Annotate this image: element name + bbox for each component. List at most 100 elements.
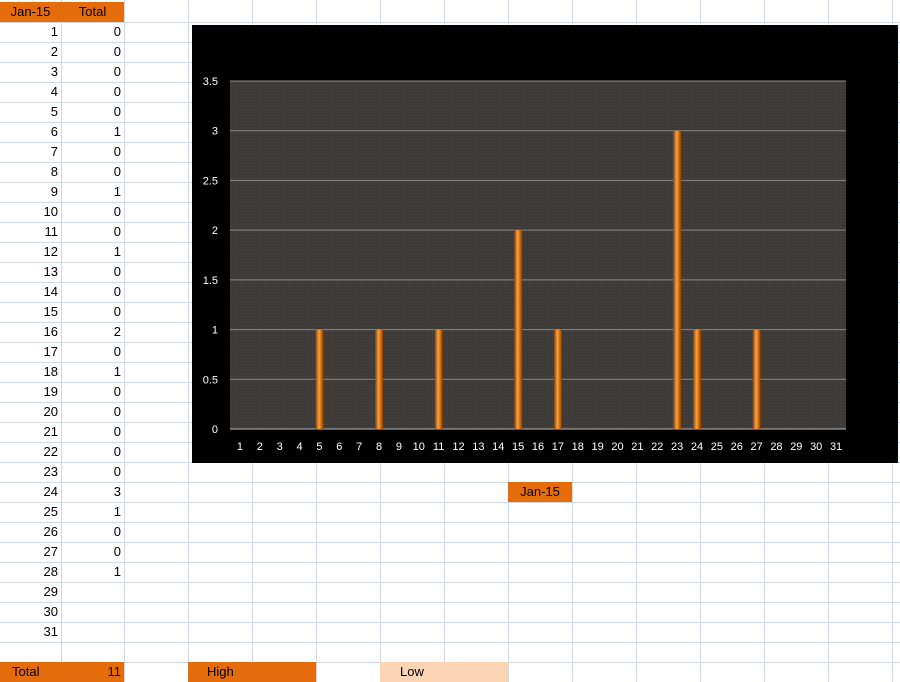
total-cell[interactable]: 0 [61,422,124,442]
x-tick-label: 9 [396,441,402,453]
header-day-cell[interactable]: Jan-15 [0,2,61,22]
total-cell[interactable]: 0 [61,382,124,402]
x-axis-ticks: 1 2 3 4 5 6 7 8 9 10 11 12 13 14 15 16 17 18 19 20 21 22 23 24 2… [237,441,842,453]
day-cell[interactable]: 19 [0,382,61,402]
day-cell[interactable]: 16 [0,322,61,342]
total-cell[interactable]: 0 [61,262,124,282]
total-cell[interactable]: 0 [61,542,124,562]
x-tick-label: 3 [277,441,283,453]
x-tick-label: 18 [572,441,584,453]
day-cell[interactable]: 28 [0,562,61,582]
x-tick-label: 17 [552,441,564,453]
total-cell[interactable]: 0 [61,62,124,82]
x-tick-label: 24 [691,441,703,453]
day-cell[interactable]: 17 [0,342,61,362]
total-cell[interactable]: 1 [61,242,124,262]
total-cell[interactable] [61,622,124,642]
day-cell[interactable]: 8 [0,162,61,182]
header-total-cell[interactable]: Total [61,2,124,22]
high-legend-cell[interactable]: High [188,662,316,682]
y-tick-label: 1 [212,325,218,337]
x-tick-label: 12 [452,441,464,453]
day-cell[interactable]: 10 [0,202,61,222]
total-cell[interactable]: 1 [61,362,124,382]
total-cell[interactable]: 0 [61,282,124,302]
total-cell[interactable]: 0 [61,142,124,162]
y-tick-label: 3 [212,126,218,138]
bar [553,329,562,429]
x-tick-label: 28 [770,441,782,453]
chart-svg: 00.511.522.533.5 1 2 3 4 5 6 7 8 9 10 11 12 13 14 15 16… [203,76,846,453]
total-cell[interactable]: 2 [61,322,124,342]
total-cell[interactable]: 0 [61,102,124,122]
day-cell[interactable]: 27 [0,542,61,562]
x-tick-label: 27 [750,441,762,453]
y-tick-label: 3.5 [203,76,218,88]
day-cell[interactable]: 31 [0,622,61,642]
x-tick-label: 6 [336,441,342,453]
x-tick-label: 4 [296,441,302,453]
total-cell[interactable]: 0 [61,42,124,62]
total-cell[interactable]: 0 [61,222,124,242]
day-cell[interactable]: 3 [0,62,61,82]
day-cell[interactable]: 21 [0,422,61,442]
day-cell[interactable]: 14 [0,282,61,302]
bar-chart[interactable]: 0 0.5 1 1.5 2 2.5 3 3.5 1 2 3 4 5 6 7 8 9 10 11 12 13 14 15 16… [192,25,898,463]
day-cell[interactable]: 6 [0,122,61,142]
day-cell[interactable]: 4 [0,82,61,102]
x-tick-label: 26 [731,441,743,453]
total-cell[interactable]: 0 [61,402,124,422]
x-tick-label: 25 [711,441,723,453]
total-cell[interactable]: 0 [61,22,124,42]
x-tick-label: 10 [413,441,425,453]
day-cell[interactable]: 22 [0,442,61,462]
total-cell[interactable] [61,602,124,622]
x-tick-label: 15 [512,441,524,453]
total-cell[interactable]: 0 [61,522,124,542]
total-cell[interactable] [61,582,124,602]
day-cell[interactable]: 11 [0,222,61,242]
x-tick-label: 16 [532,441,544,453]
day-cell[interactable]: 2 [0,42,61,62]
bar [375,329,384,429]
x-tick-label: 5 [316,441,322,453]
x-tick-label: 20 [611,441,623,453]
total-cell[interactable]: 0 [61,302,124,322]
bar [514,230,523,429]
total-cell[interactable]: 3 [61,482,124,502]
low-legend-cell[interactable]: Low [380,662,508,682]
day-cell[interactable]: 9 [0,182,61,202]
day-cell[interactable]: 24 [0,482,61,502]
day-cell[interactable]: 5 [0,102,61,122]
total-cell[interactable]: 0 [61,202,124,222]
chart-caption-cell[interactable]: Jan-15 [508,482,572,502]
day-cell[interactable]: 15 [0,302,61,322]
total-cell[interactable]: 1 [61,122,124,142]
total-cell[interactable]: 0 [61,442,124,462]
day-cell[interactable]: 12 [0,242,61,262]
day-cell[interactable]: 18 [0,362,61,382]
day-cell[interactable]: 1 [0,22,61,42]
day-cell[interactable]: 23 [0,462,61,482]
total-cell[interactable]: 0 [61,162,124,182]
day-cell[interactable]: 13 [0,262,61,282]
total-cell[interactable]: 1 [61,562,124,582]
total-cell[interactable]: 0 [61,462,124,482]
day-cell[interactable]: 26 [0,522,61,542]
day-cell[interactable]: 7 [0,142,61,162]
day-cell[interactable]: 25 [0,502,61,522]
footer-total-label[interactable]: Total [0,662,61,682]
x-tick-label: 14 [492,441,504,453]
x-tick-label: 13 [472,441,484,453]
x-tick-label: 8 [376,441,382,453]
total-cell[interactable]: 1 [61,502,124,522]
total-cell[interactable]: 1 [61,182,124,202]
x-tick-label: 1 [237,441,243,453]
footer-total-value[interactable]: 11 [61,662,124,682]
total-cell[interactable]: 0 [61,82,124,102]
total-cell[interactable]: 0 [61,342,124,362]
day-cell[interactable]: 30 [0,602,61,622]
day-cell[interactable]: 29 [0,582,61,602]
day-cell[interactable]: 20 [0,402,61,422]
x-tick-label: 11 [433,441,444,453]
